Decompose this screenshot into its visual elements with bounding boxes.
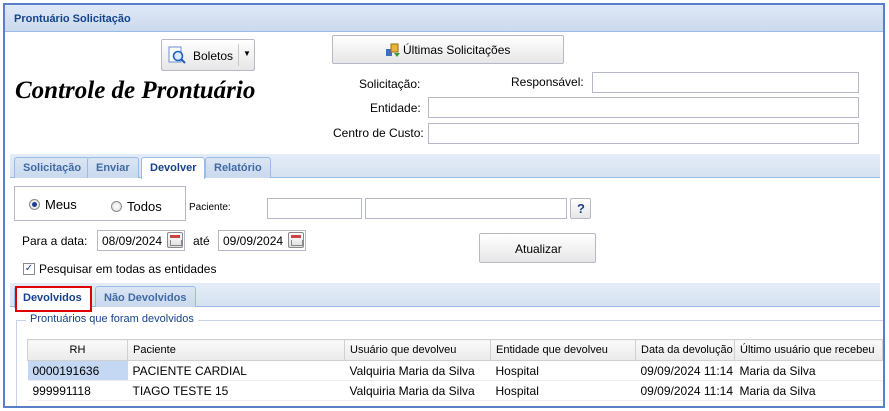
ultimas-solicitacoes-button[interactable]: Últimas Solicitações: [332, 35, 564, 64]
column-header-usuario[interactable]: Usuário que devolveu: [344, 339, 491, 361]
para-data-label: Para a data:: [22, 234, 88, 248]
ultimas-solicitacoes-label: Últimas Solicitações: [403, 43, 511, 57]
main-tabstrip: Solicitação Enviar Devolver Relatório: [10, 154, 880, 179]
ate-label: até: [193, 234, 210, 248]
column-header-ultimo-usuario[interactable]: Último usuário que recebeu: [734, 339, 883, 361]
owner-radio-group: Meus Todos: [14, 186, 186, 221]
fieldset-legend: Prontuários que foram devolvidos: [26, 313, 198, 325]
window-titlebar: Prontuário Solicitação: [5, 5, 883, 32]
entidade-label: Entidade:: [370, 101, 421, 115]
table-row[interactable]: 999991118 TIAGO TESTE 15 Valquiria Maria…: [27, 380, 883, 401]
boletos-label: Boletos: [193, 49, 234, 63]
cell-data[interactable]: 09/09/2024 11:14: [635, 360, 735, 381]
highlight-annotation: [15, 286, 92, 312]
column-header-entidade[interactable]: Entidade que devolveu: [490, 339, 636, 361]
cell-rh[interactable]: 0000191636: [27, 360, 128, 381]
tab-relatorio[interactable]: Relatório: [205, 157, 271, 178]
tab-solicitacao[interactable]: Solicitação: [14, 157, 91, 178]
responsavel-input[interactable]: [592, 72, 859, 93]
page-title: Controle de Prontuário: [15, 77, 256, 104]
pesquisar-todas-label: Pesquisar em todas as entidades: [39, 262, 217, 276]
column-header-rh[interactable]: RH: [27, 339, 128, 361]
cell-rh[interactable]: 999991118: [27, 380, 128, 401]
entidade-input[interactable]: [428, 97, 859, 118]
cell-paciente[interactable]: TIAGO TESTE 15: [127, 380, 345, 401]
tab-nao-devolvidos[interactable]: Não Devolvidos: [95, 286, 196, 307]
data-fim-input[interactable]: 09/09/2024: [218, 230, 306, 251]
paciente-name-input[interactable]: [365, 198, 567, 219]
atualizar-label: Atualizar: [515, 242, 562, 256]
todos-radio[interactable]: [111, 201, 122, 212]
data-fim-value: 09/09/2024: [223, 234, 284, 248]
column-header-data[interactable]: Data da devolução: [635, 339, 735, 361]
data-inicio-value: 08/09/2024: [102, 234, 163, 248]
todos-label: Todos: [127, 199, 162, 214]
devolvidos-table: RH Paciente Usuário que devolveu Entidad…: [27, 339, 883, 401]
cell-data[interactable]: 09/09/2024 11:14: [635, 380, 735, 401]
atualizar-button[interactable]: Atualizar: [479, 233, 596, 263]
cell-ultimo-usuario[interactable]: Maria da Silva: [734, 360, 883, 381]
calendar-icon[interactable]: [288, 232, 304, 248]
history-icon: [385, 42, 401, 58]
table-row[interactable]: 0000191636 PACIENTE CARDIAL Valquiria Ma…: [27, 360, 883, 381]
chevron-down-icon[interactable]: ▼: [243, 49, 251, 58]
dropdown-separator: [238, 44, 239, 66]
cell-entidade[interactable]: Hospital: [490, 360, 636, 381]
centro-custo-label: Centro de Custo:: [333, 126, 424, 140]
boletos-button[interactable]: Boletos ▼: [161, 39, 255, 71]
sub-tabstrip: Devolvidos Não Devolvidos: [10, 283, 880, 308]
calendar-icon[interactable]: [167, 232, 183, 248]
cell-usuario[interactable]: Valquiria Maria da Silva: [344, 360, 491, 381]
cell-ultimo-usuario[interactable]: Maria da Silva: [734, 380, 883, 401]
window-title: Prontuário Solicitação: [14, 13, 131, 25]
responsavel-label: Responsável:: [511, 75, 584, 89]
column-header-paciente[interactable]: Paciente: [127, 339, 345, 361]
paciente-label: Paciente:: [189, 202, 231, 213]
cell-entidade[interactable]: Hospital: [490, 380, 636, 401]
tab-enviar[interactable]: Enviar: [87, 157, 139, 178]
help-button[interactable]: ?: [570, 198, 591, 219]
tab-devolver[interactable]: Devolver: [141, 157, 206, 179]
main-window: Prontuário Solicitação Boletos ▼ Últimas…: [3, 3, 885, 408]
paciente-code-input[interactable]: [267, 198, 362, 219]
data-inicio-input[interactable]: 08/09/2024: [97, 230, 185, 251]
table-header-row: RH Paciente Usuário que devolveu Entidad…: [27, 339, 883, 361]
question-icon: ?: [577, 201, 585, 216]
cell-usuario[interactable]: Valquiria Maria da Silva: [344, 380, 491, 401]
centro-custo-input[interactable]: [428, 123, 859, 144]
cell-paciente[interactable]: PACIENTE CARDIAL: [127, 360, 345, 381]
meus-radio[interactable]: [29, 199, 40, 210]
document-search-icon: [168, 46, 186, 65]
meus-label: Meus: [45, 197, 77, 212]
pesquisar-todas-checkbox[interactable]: ✓: [23, 263, 35, 275]
solicitacao-label: Solicitação:: [359, 77, 421, 91]
